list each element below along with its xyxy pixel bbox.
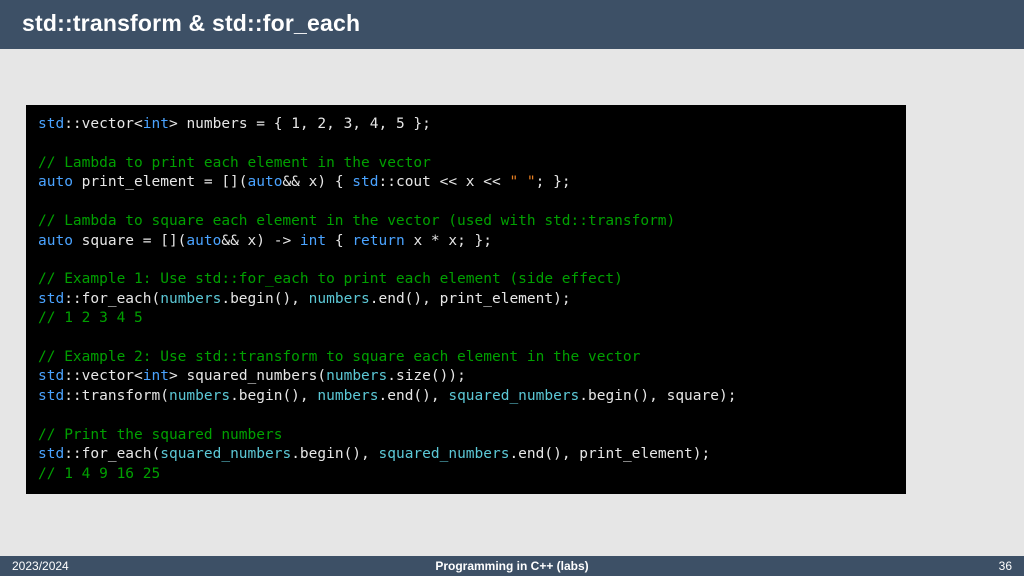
code-token: .end(), print_element); [509,446,710,462]
code-token: std [352,174,378,190]
code-token: x * x; }; [405,233,492,249]
code-token: numbers [309,291,370,307]
code-token: && x) { [282,174,352,190]
footer-course: Programming in C++ (labs) [0,559,1024,573]
code-token: numbers [160,291,221,307]
code-token: .begin(), [221,291,308,307]
code-comment: // 1 2 3 4 5 [38,310,143,326]
code-token: std [38,291,64,307]
code-token: ::for_each( [64,291,160,307]
code-token: std [38,388,64,404]
code-token: && x) -> [221,233,300,249]
footer-year: 2023/2024 [12,559,69,573]
code-block: std::vector<int> numbers = { 1, 2, 3, 4,… [26,105,906,494]
code-token: std [38,116,64,132]
code-token: numbers [317,388,378,404]
code-token: print_element = []( [73,174,248,190]
code-token: ; }; [536,174,571,190]
code-token: ::for_each( [64,446,160,462]
code-token: return [352,233,404,249]
code-token: int [143,116,169,132]
slide: std::transform & std::for_each std::vect… [0,0,1024,576]
code-token: ::vector< [64,368,143,384]
code-token: numbers [169,388,230,404]
code-token: int [300,233,326,249]
code-comment: // Example 1: Use std::for_each to print… [38,271,623,287]
code-comment: // Lambda to square each element in the … [38,213,675,229]
code-comment: // Lambda to print each element in the v… [38,155,431,171]
code-comment: // Print the squared numbers [38,427,282,443]
code-token: " " [509,174,535,190]
code-token: auto [38,174,73,190]
code-comment: // Example 2: Use std::transform to squa… [38,349,640,365]
code-token: int [143,368,169,384]
code-token: std [38,446,64,462]
code-token: auto [38,233,73,249]
code-token: .end(), print_element); [370,291,571,307]
code-token: std [38,368,64,384]
code-token: auto [248,174,283,190]
code-token: ::transform( [64,388,169,404]
code-token: { [326,233,352,249]
code-token: .end(), [379,388,449,404]
slide-content: std::vector<int> numbers = { 1, 2, 3, 4,… [0,49,1024,494]
code-token: auto [186,233,221,249]
code-token: .begin(), square); [579,388,736,404]
slide-footer: 2023/2024 Programming in C++ (labs) 36 [0,556,1024,576]
code-token: .size()); [387,368,466,384]
code-token: squared_numbers [448,388,579,404]
code-token: .begin(), [230,388,317,404]
code-comment: // 1 4 9 16 25 [38,466,160,482]
code-token: squared_numbers [160,446,291,462]
footer-page: 36 [999,559,1012,573]
code-token: numbers [326,368,387,384]
slide-title: std::transform & std::for_each [0,0,1024,49]
code-token: > numbers = { 1, 2, 3, 4, 5 }; [169,116,431,132]
code-token: squared_numbers [379,446,510,462]
code-token: ::vector< [64,116,143,132]
code-token: square = []( [73,233,187,249]
code-token: > squared_numbers( [169,368,326,384]
code-token: ::cout << x << [379,174,510,190]
code-token: .begin(), [291,446,378,462]
